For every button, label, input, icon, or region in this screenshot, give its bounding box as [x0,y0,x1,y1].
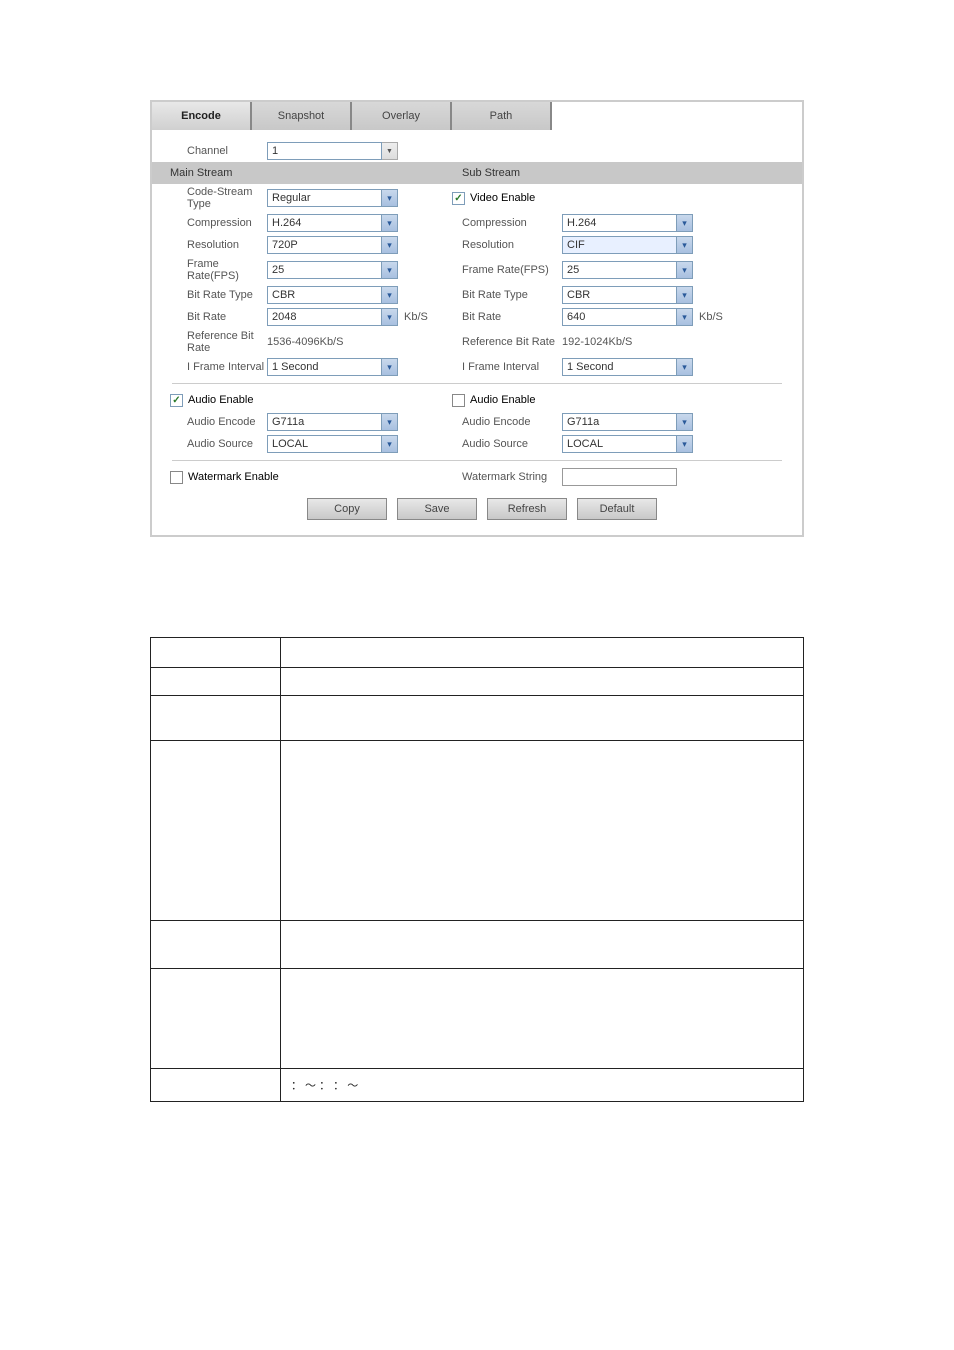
main-brt-select[interactable]: CBR ▾ [267,286,398,304]
td-video-enable-desc [281,696,804,741]
chevron-down-icon: ▾ [382,308,398,326]
description-table: ： ～ ： ： ～ [150,637,804,1102]
sub-fps-label: Frame Rate(FPS) [452,264,562,276]
main-audio-source-select[interactable]: LOCAL ▾ [267,435,398,453]
chevron-down-icon: ▾ [382,286,398,304]
tab-overlay[interactable]: Overlay [352,102,452,130]
th-parameter [151,638,281,668]
main-ifi-select[interactable]: 1 Second ▾ [267,358,398,376]
main-audio-enable-label: Audio Enable [188,394,253,406]
sub-resolution-select[interactable]: CIF ▾ [562,236,693,254]
chevron-down-icon: ▾ [382,261,398,279]
chevron-down-icon: ▾ [677,286,693,304]
td-fps [151,1069,281,1102]
copy-button[interactable]: Copy [307,498,387,520]
td-compression [151,921,281,969]
watermark-enable-checkbox[interactable] [170,471,183,484]
sub-audio-source-label: Audio Source [452,438,562,450]
main-brt-label: Bit Rate Type [152,289,267,301]
main-audio-encode-select[interactable]: G711a ▾ [267,413,398,431]
chevron-down-icon: ▾ [382,189,398,207]
chevron-down-icon: ▾ [382,435,398,453]
main-audio-source-label: Audio Source [152,438,267,450]
td-resolution [151,969,281,1069]
sub-br-label: Bit Rate [452,311,562,323]
chevron-down-icon: ▾ [677,358,693,376]
sub-compression-select[interactable]: H.264 ▾ [562,214,693,232]
chevron-down-icon: ▾ [677,413,693,431]
tab-snapshot[interactable]: Snapshot [252,102,352,130]
main-fps-label: Frame Rate(FPS) [152,258,267,282]
chevron-down-icon: ▾ [677,308,693,326]
main-compression-label: Compression [152,217,267,229]
sub-ref-label: Reference Bit Rate [452,336,562,348]
refresh-button[interactable]: Refresh [487,498,567,520]
sub-brt-select[interactable]: CBR ▾ [562,286,693,304]
sub-stream-header: Sub Stream [452,167,520,179]
sub-ifi-label: I Frame Interval [452,361,562,373]
main-audio-enable-checkbox[interactable]: ✓ [170,394,183,407]
channel-select[interactable]: 1 ▼ [267,142,398,160]
video-enable-label: Video Enable [470,192,535,204]
td-fps-desc: ： ～ ： ： ～ [281,1069,804,1102]
watermark-string-input[interactable] [562,468,677,486]
td-channel-desc [281,668,804,696]
th-function [281,638,804,668]
sub-audio-encode-select[interactable]: G711a ▾ [562,413,693,431]
chevron-down-icon: ▾ [677,261,693,279]
chevron-down-icon: ▾ [382,214,398,232]
td-resolution-desc [281,969,804,1069]
td-channel [151,668,281,696]
sub-audio-encode-label: Audio Encode [452,416,562,428]
td-compression-desc [281,921,804,969]
main-compression-select[interactable]: H.264 ▾ [267,214,398,232]
main-ifi-label: I Frame Interval [152,361,267,373]
encode-panel: Encode Snapshot Overlay Path Channel 1 ▼… [150,100,804,537]
sub-audio-enable-checkbox[interactable] [452,394,465,407]
main-ref-value: 1536-4096Kb/S [267,336,343,348]
main-resolution-label: Resolution [152,239,267,251]
main-audio-encode-label: Audio Encode [152,416,267,428]
chevron-down-icon: ▼ [382,142,398,160]
code-stream-select[interactable]: Regular ▾ [267,189,398,207]
chevron-down-icon: ▾ [677,435,693,453]
sub-compression-label: Compression [452,217,562,229]
sub-ifi-select[interactable]: 1 Second ▾ [562,358,693,376]
sub-audio-enable-label: Audio Enable [470,394,535,406]
tab-encode[interactable]: Encode [152,102,252,130]
td-cst-desc [281,741,804,921]
sub-resolution-label: Resolution [452,239,562,251]
chevron-down-icon: ▾ [382,358,398,376]
main-br-unit: Kb/S [404,311,428,323]
sub-audio-source-select[interactable]: LOCAL ▾ [562,435,693,453]
chevron-down-icon: ▾ [382,236,398,254]
tab-bar: Encode Snapshot Overlay Path [152,102,802,130]
channel-label: Channel [152,145,267,157]
chevron-down-icon: ▾ [677,214,693,232]
sub-ref-value: 192-1024Kb/S [562,336,632,348]
tab-path[interactable]: Path [452,102,552,130]
td-video-enable [151,696,281,741]
main-stream-header: Main Stream [152,167,267,179]
watermark-string-label: Watermark String [452,471,562,483]
sub-br-select[interactable]: 640 ▾ [562,308,693,326]
video-enable-checkbox[interactable]: ✓ [452,192,465,205]
sub-brt-label: Bit Rate Type [452,289,562,301]
main-br-label: Bit Rate [152,311,267,323]
td-cst [151,741,281,921]
default-button[interactable]: Default [577,498,657,520]
watermark-enable-label: Watermark Enable [188,471,279,483]
save-button[interactable]: Save [397,498,477,520]
main-resolution-select[interactable]: 720P ▾ [267,236,398,254]
main-fps-select[interactable]: 25 ▾ [267,261,398,279]
main-ref-label: Reference Bit Rate [152,330,267,354]
sub-br-unit: Kb/S [699,311,723,323]
code-stream-label: Code-Stream Type [152,186,267,210]
sub-fps-select[interactable]: 25 ▾ [562,261,693,279]
main-br-select[interactable]: 2048 ▾ [267,308,398,326]
chevron-down-icon: ▾ [677,236,693,254]
chevron-down-icon: ▾ [382,413,398,431]
